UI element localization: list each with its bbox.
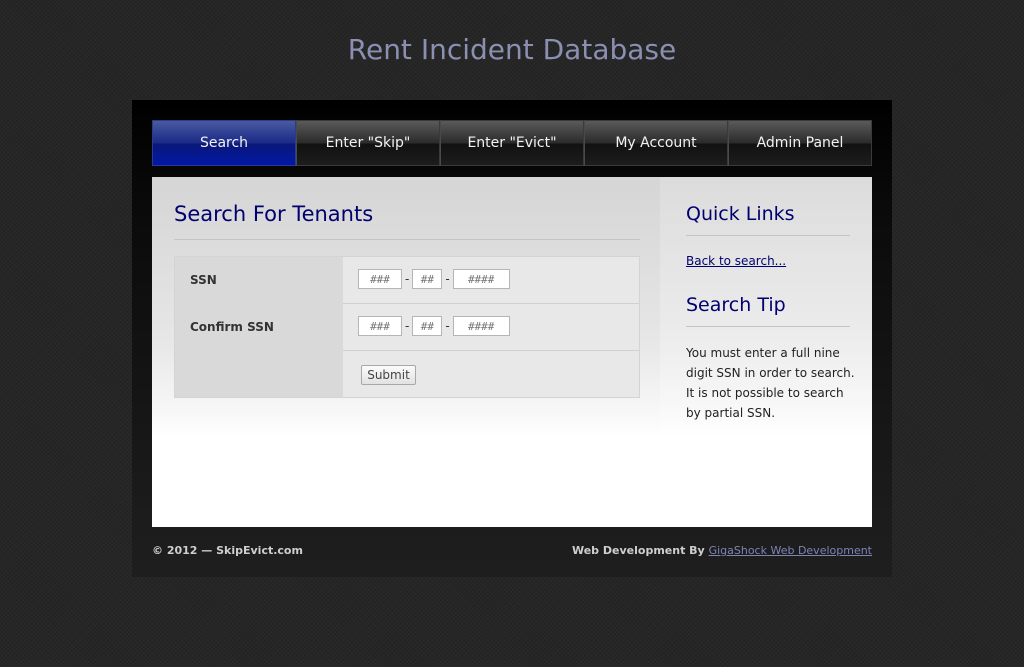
sidebar: Quick Links Back to search... Search Tip… [660, 177, 872, 527]
confirm-ssn-part3-input[interactable] [452, 316, 510, 336]
search-tip-text: You must enter a full nine digit SSN in … [686, 346, 855, 420]
ssn-part1-input[interactable] [358, 269, 402, 289]
confirm-ssn-part2-input[interactable] [412, 316, 443, 336]
ssn-dash: - [445, 272, 450, 286]
confirm-ssn-fields: - - [358, 316, 510, 336]
search-tip-heading: Search Tip [686, 294, 786, 316]
confirm-ssn-part1-input[interactable] [358, 316, 402, 336]
footer-credit: Web Development By GigaShock Web Develop… [572, 544, 872, 557]
ssn-dash: - [405, 319, 410, 333]
nav-item-admin-panel[interactable]: Admin Panel [728, 120, 872, 166]
confirm-ssn-row: Confirm SSN - - [175, 304, 639, 351]
nav-item-my-account[interactable]: My Account [584, 120, 728, 166]
ssn-part3-input[interactable] [452, 269, 510, 289]
nav-item-search[interactable]: Search [152, 120, 296, 166]
footer-credit-link[interactable]: GigaShock Web Development [709, 544, 872, 557]
sidebar-divider [686, 326, 850, 327]
nav-item-enter-skip[interactable]: Enter "Skip" [296, 120, 440, 166]
heading-divider [174, 239, 640, 240]
ssn-dash: - [445, 319, 450, 333]
ssn-label: SSN [190, 273, 217, 287]
footer-credit-prefix: Web Development By [571, 544, 705, 557]
nav-item-enter-evict[interactable]: Enter "Evict" [440, 120, 584, 166]
page-wrapper: Search Enter "Skip" Enter "Evict" My Acc… [132, 100, 892, 577]
sidebar-divider [686, 235, 850, 236]
back-to-search-link[interactable]: Back to search... [686, 254, 786, 268]
main-column: Search For Tenants SSN - - Confi [152, 177, 660, 527]
main-nav: Search Enter "Skip" Enter "Evict" My Acc… [152, 120, 872, 166]
page-title: Search For Tenants [174, 202, 374, 226]
search-form: SSN - - Confirm SSN - [174, 256, 640, 398]
quick-links-heading: Quick Links [686, 203, 795, 225]
submit-button[interactable]: Submit [361, 365, 416, 385]
site-title: Rent Incident Database [347, 33, 677, 66]
ssn-row: SSN - - [175, 257, 639, 304]
footer-copyright: © 2012 — SkipEvict.com [152, 544, 303, 557]
content-area: Search For Tenants SSN - - Confi [152, 177, 872, 527]
ssn-part2-input[interactable] [412, 269, 443, 289]
row-divider [343, 350, 639, 351]
confirm-ssn-label: Confirm SSN [190, 320, 274, 334]
ssn-fields: - - [358, 269, 510, 289]
ssn-dash: - [405, 272, 410, 286]
